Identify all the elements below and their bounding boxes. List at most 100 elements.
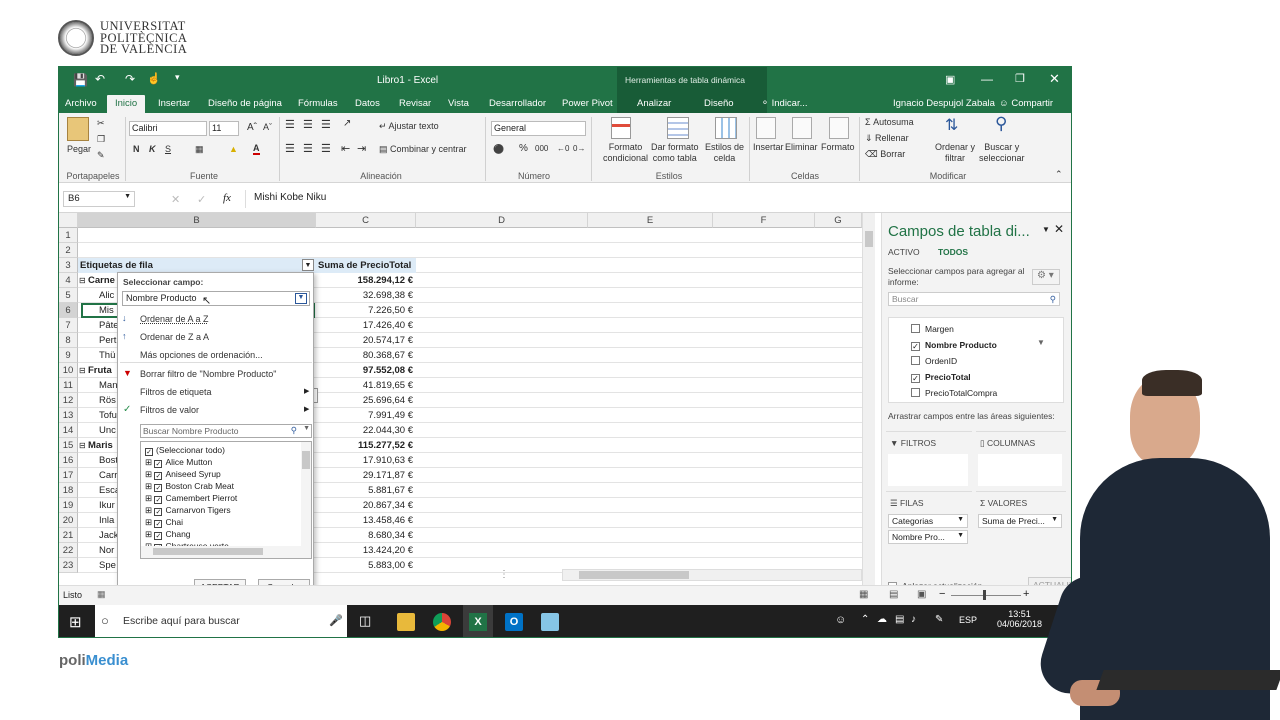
pivot-value-cell[interactable]: 17.426,40 €: [317, 318, 413, 333]
tab-analizar[interactable]: Analizar: [637, 95, 671, 113]
show-hidden-icons[interactable]: ⌃: [861, 614, 869, 625]
sort-filter-button[interactable]: Ordenar y filtrar: [935, 142, 975, 164]
wrap-text-button[interactable]: ↵ Ajustar texto: [379, 121, 439, 132]
align-center-icon[interactable]: ☰: [303, 142, 313, 155]
pivot-value-cell[interactable]: 158.294,12 €: [317, 273, 413, 288]
item-checkbox[interactable]: ✓: [154, 532, 163, 540]
row-header[interactable]: 15: [59, 438, 78, 453]
close-icon[interactable]: ✕: [1049, 71, 1060, 87]
pivot-value-cell[interactable]: 8.680,34 €: [317, 528, 413, 543]
zoom-slider[interactable]: [951, 590, 1021, 600]
tab-diseno-pagina[interactable]: Diseño de página: [208, 95, 282, 113]
increase-decimal-icon[interactable]: ←0: [557, 144, 569, 153]
column-header-c[interactable]: C: [316, 213, 416, 228]
pivot-value-cell[interactable]: 41.819,65 €: [317, 378, 413, 393]
item-checkbox[interactable]: ✓: [145, 448, 153, 456]
thousands-button[interactable]: 000: [535, 144, 548, 153]
pivot-field-item[interactable]: ✓ Nombre Producto: [911, 338, 997, 352]
pivot-row-label[interactable]: [81, 228, 315, 243]
pivot-value-cell[interactable]: [317, 228, 413, 243]
vertical-scrollbar[interactable]: [862, 213, 875, 585]
collapse-icon[interactable]: ⊟: [79, 363, 86, 378]
percent-button[interactable]: %: [519, 143, 528, 154]
italic-button[interactable]: K: [149, 144, 156, 154]
file-explorer-icon[interactable]: [397, 613, 415, 631]
value-header[interactable]: Suma de PrecioTotal: [316, 258, 416, 273]
menu-clear-filter[interactable]: Borrar filtro de "Nombre Producto": [140, 369, 276, 379]
pivot-field-item[interactable]: Margen: [911, 322, 954, 336]
align-top-icon[interactable]: ☰: [285, 118, 295, 131]
align-left-icon[interactable]: ☰: [285, 142, 295, 155]
paste-button[interactable]: Pegar: [67, 144, 91, 154]
indent-icon[interactable]: ⇤: [341, 142, 350, 155]
tab-inicio[interactable]: Inicio: [107, 95, 146, 113]
pivot-value-cell[interactable]: 97.552,08 €: [317, 363, 413, 378]
chrome-icon[interactable]: [433, 613, 451, 631]
collapse-icon[interactable]: ⊟: [79, 273, 86, 288]
tab-activo[interactable]: ACTIVO: [888, 247, 920, 257]
tell-me-box[interactable]: ⚬ Indicar...: [761, 95, 808, 113]
page-break-icon[interactable]: ▣: [917, 589, 926, 600]
copy-icon[interactable]: ❐: [97, 134, 105, 145]
conditional-format-icon[interactable]: [611, 117, 631, 139]
column-header-e[interactable]: E: [588, 213, 713, 228]
onedrive-icon[interactable]: ☁: [877, 614, 887, 625]
microphone-icon[interactable]: 🎤: [329, 614, 343, 627]
format-painter-icon[interactable]: ✎: [97, 150, 105, 161]
formula-input[interactable]: Mishi Kobe Niku: [245, 190, 1065, 208]
pivot-value-cell[interactable]: 7.226,50 €: [317, 303, 413, 318]
field-search-input[interactable]: Buscar ⚲: [888, 292, 1060, 306]
menu-label-filters[interactable]: Filtros de etiqueta: [140, 387, 212, 397]
pivot-value-cell[interactable]: 13.424,20 €: [317, 543, 413, 558]
row-header[interactable]: 18: [59, 483, 78, 498]
row-header[interactable]: 6: [59, 303, 78, 318]
cancel-formula-icon[interactable]: ✕: [171, 193, 180, 206]
pivot-value-cell[interactable]: 13.458,46 €: [317, 513, 413, 528]
item-checkbox[interactable]: ✓: [154, 472, 163, 480]
filter-list-item[interactable]: ⊞ ✓ Alice Mutton: [145, 456, 212, 468]
row-header[interactable]: 23: [59, 558, 78, 573]
pivot-value-cell[interactable]: 115.277,52 €: [317, 438, 413, 453]
expand-icon[interactable]: ⊞: [145, 493, 154, 503]
orientation-icon[interactable]: ↗: [343, 118, 351, 129]
confirm-formula-icon[interactable]: ✓: [197, 193, 206, 206]
expand-icon[interactable]: ⊞: [145, 481, 154, 491]
tab-todos[interactable]: TODOS: [938, 247, 968, 257]
pivot-field-item[interactable]: PrecioTotalCompra: [911, 386, 997, 400]
menu-more-sort[interactable]: Más opciones de ordenación...: [140, 350, 263, 360]
name-box[interactable]: B6 ▼: [63, 191, 135, 207]
tab-desarrollador[interactable]: Desarrollador: [489, 95, 546, 113]
decrease-decimal-icon[interactable]: 0→: [573, 144, 585, 153]
column-header-d[interactable]: D: [416, 213, 588, 228]
currency-icon[interactable]: ⚫: [493, 144, 504, 155]
row-header[interactable]: 19: [59, 498, 78, 513]
items-list[interactable]: ✓ (Seleccionar todo) ⊞ ✓ Alice Mutton ⊞ ✓ Ani…: [140, 441, 312, 559]
pivot-value-cell[interactable]: 17.910,63 €: [317, 453, 413, 468]
filter-list-item[interactable]: ⊞ ✓ Camembert Pierrot: [145, 492, 237, 504]
tab-revisar[interactable]: Revisar: [399, 95, 431, 113]
windows-start-icon[interactable]: ⊞: [69, 613, 82, 631]
customize-toolbar-icon[interactable]: ▾: [175, 72, 180, 83]
pivot-row-label[interactable]: [81, 243, 315, 258]
filter-list-item[interactable]: ⊞ ✓ Boston Crab Meat: [145, 480, 234, 492]
merge-center-button[interactable]: ▤ Combinar y centrar: [379, 144, 467, 155]
column-header-f[interactable]: F: [713, 213, 815, 228]
zoom-in-icon[interactable]: +: [1023, 588, 1029, 600]
conditional-format-button[interactable]: Formato condicional: [603, 142, 648, 164]
page-layout-icon[interactable]: ▤: [889, 589, 898, 600]
outlook-icon[interactable]: O: [505, 613, 523, 631]
filter-list-item[interactable]: ⊞ ✓ Carnarvon Tigers: [145, 504, 231, 516]
number-format-select[interactable]: General: [491, 121, 586, 136]
font-size-select[interactable]: 11: [209, 121, 239, 136]
filter-applied-icon[interactable]: ▼: [1037, 338, 1045, 347]
delete-cells-button[interactable]: Eliminar: [785, 142, 818, 152]
expand-icon[interactable]: ⊞: [145, 517, 154, 527]
row-header[interactable]: 16: [59, 453, 78, 468]
row-header[interactable]: 21: [59, 528, 78, 543]
pivot-value-cell[interactable]: 32.698,38 €: [317, 288, 413, 303]
redo-icon[interactable]: ↷: [125, 72, 135, 86]
bold-button[interactable]: N: [133, 144, 140, 154]
collapse-icon[interactable]: ⊟: [79, 438, 86, 453]
pivot-value-cell[interactable]: 20.867,34 €: [317, 498, 413, 513]
field-checkbox[interactable]: ✓: [911, 374, 920, 383]
